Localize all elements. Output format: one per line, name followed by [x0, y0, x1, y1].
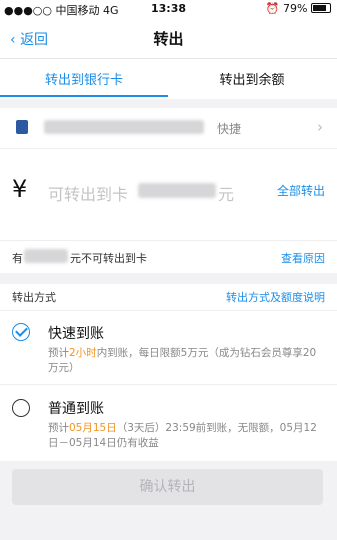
- status-bar: ●●●○○ 中国移动 4G 13:38 ⏰ 79%: [0, 0, 337, 18]
- amount-section: ¥ 可转出到卡 元 全部转出: [0, 148, 337, 241]
- option-title: 普通到账: [48, 401, 104, 417]
- amount-placeholder-suffix: 元: [218, 185, 235, 204]
- arrival-time-highlight: 2小时: [69, 347, 97, 359]
- chevron-right-icon: ›: [317, 118, 323, 136]
- confirm-transfer-button[interactable]: 确认转出: [12, 469, 323, 505]
- option-description: 预计05月15日（3天后）23:59前到账，无限额，05月12日－05月14日仍…: [48, 422, 317, 449]
- amount-placeholder-prefix: 可转出到卡: [48, 185, 129, 204]
- bank-card-name-redacted: [44, 120, 204, 134]
- radio-unchecked-icon[interactable]: [12, 399, 30, 417]
- battery-icon: [311, 3, 331, 13]
- active-tab-indicator: [0, 95, 168, 97]
- page-title: 转出: [153, 30, 184, 48]
- transfer-all-link[interactable]: 全部转出: [277, 182, 325, 199]
- battery-percent: 79%: [283, 2, 308, 15]
- radio-checked-icon[interactable]: [12, 323, 30, 341]
- non-transferable-amount-redacted: [24, 249, 68, 263]
- option-description: 预计2小时内到账，每日限额5万元（成为钻石会员尊享20万元）: [48, 347, 317, 374]
- view-reason-link[interactable]: 查看原因: [281, 250, 325, 266]
- quick-pay-tag: 快捷: [217, 122, 242, 136]
- non-transferable-notice: 有 元不可转出到卡 查看原因: [0, 240, 337, 273]
- arrival-date-highlight: 05月15日: [69, 422, 117, 434]
- alarm-icon: ⏰: [265, 2, 280, 15]
- notice-suffix: 元不可转出到卡: [70, 252, 147, 265]
- tab-bar: 转出到银行卡 转出到余额: [0, 58, 337, 99]
- currency-symbol: ¥: [12, 175, 28, 203]
- bank-logo-icon: [16, 120, 28, 134]
- bank-card-selector[interactable]: 快捷 ›: [0, 108, 337, 148]
- battery-indicator: ⏰ 79%: [266, 2, 331, 15]
- available-amount-redacted: [138, 183, 216, 198]
- transfer-method-header: 转出方式 转出方式及额度说明: [0, 284, 337, 310]
- option-normal-arrival[interactable]: 普通到账 预计05月15日（3天后）23:59前到账，无限额，05月12日－05…: [0, 384, 337, 461]
- method-limit-info-link[interactable]: 转出方式及额度说明: [226, 289, 325, 305]
- option-fast-arrival[interactable]: 快速到账 预计2小时内到账，每日限额5万元（成为钻石会员尊享20万元）: [0, 310, 337, 385]
- notice-prefix: 有: [12, 252, 23, 265]
- checkmark-icon: [15, 324, 28, 337]
- tab-to-bank-card[interactable]: 转出到银行卡: [0, 69, 168, 88]
- transfer-method-label: 转出方式: [12, 291, 56, 304]
- option-title: 快速到账: [48, 326, 104, 342]
- tab-to-balance[interactable]: 转出到余额: [168, 69, 336, 88]
- nav-bar: ‹ 返回 转出: [0, 18, 337, 58]
